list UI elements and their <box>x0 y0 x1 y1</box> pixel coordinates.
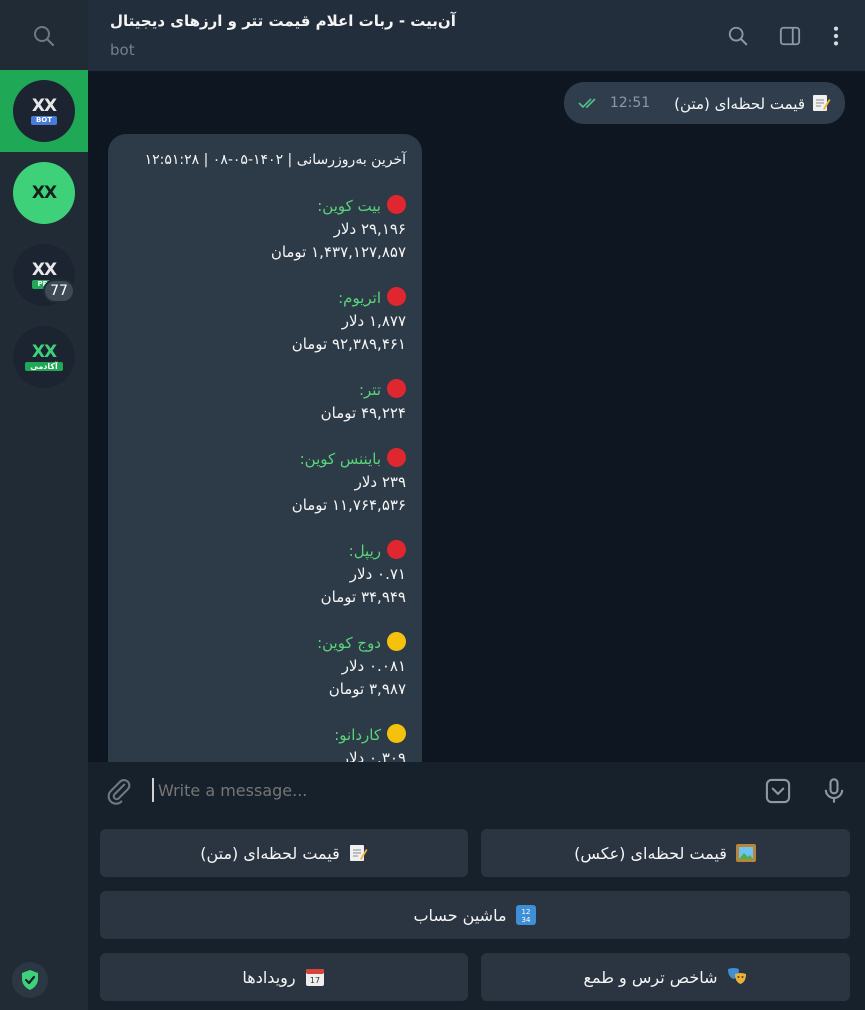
outgoing-text: قیمت لحظه‌ای (متن) <box>674 95 805 113</box>
svg-text:17: 17 <box>310 976 320 985</box>
attach-button[interactable] <box>104 776 134 806</box>
coin-price-usd: ۰.۰۸۱ دلار <box>341 657 406 675</box>
message-input[interactable] <box>152 778 752 802</box>
coin-price-toman: ۱,۴۳۷,۱۲۷,۸۵۷ تومان <box>270 243 406 261</box>
search-icon <box>34 26 55 47</box>
svg-text:12: 12 <box>521 908 530 916</box>
incoming-message[interactable]: آخرین به‌روزرسانی | ۱۴۰۲-۰۵-۰۸ | ۱۲:۵۱:۲… <box>108 134 422 762</box>
yellow-circle-icon <box>387 632 406 651</box>
avatar-tag: آکادمی <box>25 361 63 371</box>
more-vertical-icon <box>833 26 839 46</box>
search-icon <box>728 26 748 46</box>
header-search-button[interactable] <box>726 24 750 48</box>
fear-greed-button[interactable]: شاخص ترس و طمع <box>481 953 850 1001</box>
framed-picture-icon <box>735 843 757 863</box>
input-numbers-icon: 12 34 <box>515 904 537 926</box>
coin-entry: ریپل: ۰.۷۱ دلار ۳۴,۹۴۹ تومان <box>124 539 406 609</box>
chat-list-rail: XX BOT XX XX PRI 77 XX آکادمی <box>0 0 88 1010</box>
coin-price-usd: ۲۳۹ دلار <box>354 473 406 491</box>
coin-name: تتر: <box>358 381 381 399</box>
coin-price-toman: ۱۱,۷۶۴,۵۳۶ تومان <box>291 496 406 514</box>
sidebar-toggle-button[interactable] <box>778 24 802 48</box>
message-time: 12:51 <box>609 95 651 111</box>
coin-entry: کاردانو: ۰.۳۰۹ دلار <box>124 723 406 762</box>
chat-title[interactable]: آن‌بیت - ربات اعلام قیمت تتر و ارزهای دی… <box>110 12 456 30</box>
more-menu-button[interactable] <box>824 24 848 48</box>
microphone-icon <box>824 778 844 803</box>
keyboard-toggle-icon <box>765 778 791 804</box>
bot-keyboard: قیمت لحظه‌ای (عکس) قیمت لحظه‌ای (متن) 12… <box>88 818 865 1010</box>
coin-entry: تتر: ۴۹,۲۲۴ تومان <box>124 378 406 425</box>
red-circle-icon <box>387 379 406 398</box>
red-circle-icon <box>387 540 406 559</box>
coin-entry: دوج کوین: ۰.۰۸۱ دلار ۳,۹۸۷ تومان <box>124 631 406 701</box>
performing-arts-icon <box>726 966 748 988</box>
coin-name: ریپل: <box>348 542 381 560</box>
coin-price-usd: ۰.۷۱ دلار <box>349 565 406 583</box>
chat-item-academy[interactable]: XX آکادمی <box>0 316 88 398</box>
last-update-line: آخرین به‌روزرسانی | ۱۴۰۲-۰۵-۰۸ | ۱۲:۵۱:۲… <box>144 152 406 168</box>
button-label: قیمت لحظه‌ای (عکس) <box>574 843 727 863</box>
yellow-circle-icon <box>387 724 406 743</box>
avatar: XX <box>13 162 75 224</box>
chat-header: آن‌بیت - ربات اعلام قیمت تتر و ارزهای دی… <box>88 0 865 72</box>
memo-icon <box>348 843 368 863</box>
svg-text:34: 34 <box>521 916 530 924</box>
coin-entry: بایننس کوین: ۲۳۹ دلار ۱۱,۷۶۴,۵۳۶ تومان <box>124 447 406 517</box>
voice-record-button[interactable] <box>819 776 849 806</box>
text-price-button[interactable]: قیمت لحظه‌ای (متن) <box>100 829 468 877</box>
red-circle-icon <box>387 195 406 214</box>
chat-subtitle: bot <box>110 41 135 59</box>
coin-price-usd: ۰.۳۰۹ دلار <box>341 749 406 762</box>
red-circle-icon <box>387 287 406 306</box>
coin-price-toman: ۳,۹۸۷ تومان <box>328 680 406 698</box>
coin-name: اتریوم: <box>338 289 381 307</box>
avatar: XX آکادمی <box>13 326 75 388</box>
calculator-button[interactable]: 12 34 ماشین حساب <box>100 891 850 939</box>
message-area[interactable]: 12:51 قیمت لحظه‌ای (متن) آخرین به‌روزرسا… <box>88 72 865 762</box>
memo-icon <box>805 95 831 113</box>
coin-price-toman: ۹۲,۳۸۹,۴۶۱ تومان <box>291 335 406 353</box>
coin-name: بیت کوین: <box>317 197 381 215</box>
coin-name: بایننس کوین: <box>299 450 381 468</box>
avatar: XX BOT <box>13 80 75 142</box>
paperclip-icon <box>107 779 131 805</box>
message-text: قیمت لحظه‌ای (متن) <box>674 93 831 113</box>
security-button[interactable] <box>12 962 48 998</box>
coin-entry: اتریوم: ۱,۸۷۷ دلار ۹۲,۳۸۹,۴۶۱ تومان <box>124 286 406 356</box>
message-composer <box>88 762 865 818</box>
chat-item-channel[interactable]: XX <box>0 152 88 234</box>
coin-price-toman: ۳۴,۹۴۹ تومان <box>320 588 406 606</box>
chat-item-bot[interactable]: XX BOT <box>0 70 88 152</box>
button-label: قیمت لحظه‌ای (متن) <box>200 843 340 863</box>
coin-name: دوج کوین: <box>317 634 381 652</box>
search-button[interactable] <box>0 0 88 72</box>
avatar-tag: BOT <box>30 115 58 125</box>
coin-name: کاردانو: <box>334 726 381 744</box>
button-label: شاخص ترس و طمع <box>583 967 718 987</box>
chat-item-private[interactable]: XX PRI <box>0 234 88 316</box>
image-price-button[interactable]: قیمت لحظه‌ای (عکس) <box>481 829 850 877</box>
shield-check-icon <box>22 970 38 990</box>
avatar-logo: XX <box>31 95 57 116</box>
button-label: رویدادها <box>242 967 296 987</box>
coin-price-toman: ۴۹,۲۲۴ تومان <box>320 404 406 422</box>
unread-badge: 77 <box>43 279 75 303</box>
red-circle-icon <box>387 448 406 467</box>
button-label: ماشین حساب <box>413 905 507 925</box>
avatar-logo: XX <box>31 183 57 203</box>
events-button[interactable]: 17 رویدادها <box>100 953 468 1001</box>
double-check-icon <box>578 98 596 109</box>
avatar-logo: XX <box>31 259 57 280</box>
outgoing-message[interactable]: 12:51 قیمت لحظه‌ای (متن) <box>563 82 845 124</box>
avatar-logo: XX <box>31 341 57 362</box>
coin-entry: بیت کوین: ۲۹,۱۹۶ دلار ۱,۴۳۷,۱۲۷,۸۵۷ توما… <box>124 194 406 264</box>
sidebar-toggle-icon <box>779 26 801 46</box>
calendar-icon: 17 <box>304 966 326 988</box>
coin-price-usd: ۲۹,۱۹۶ دلار <box>333 220 406 238</box>
bot-keyboard-toggle[interactable] <box>763 776 793 806</box>
coin-price-usd: ۱,۸۷۷ دلار <box>341 312 406 330</box>
